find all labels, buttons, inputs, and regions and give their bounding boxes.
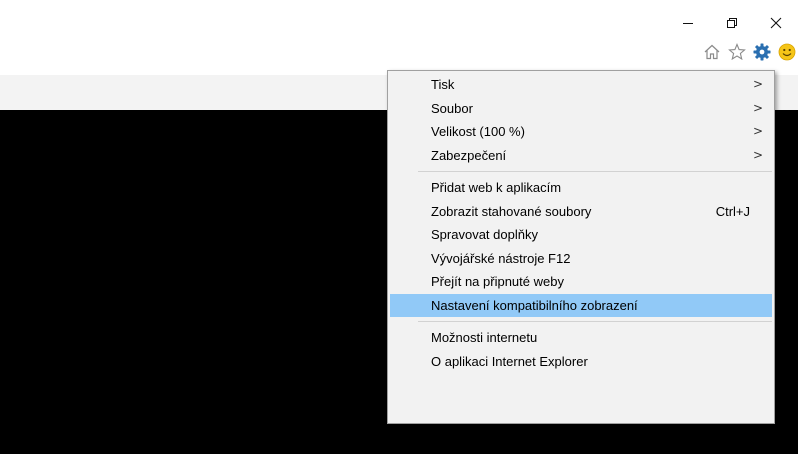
menu-item-vyvojarske-nastroje-f12[interactable]: Vývojářské nástroje F12 <box>390 247 772 271</box>
menu-item-label: Vývojářské nástroje F12 <box>431 250 571 266</box>
menu-item-zobrazit-stahovane-soubory[interactable]: Zobrazit stahované soubory Ctrl+J <box>390 200 772 224</box>
menu-separator <box>418 171 772 172</box>
minimize-icon[interactable] <box>666 8 710 38</box>
menu-item-soubor[interactable]: Soubor > <box>390 97 772 121</box>
menu-item-moznosti-internetu[interactable]: Možnosti internetu <box>390 326 772 350</box>
browser-window: Tisk > Soubor > Velikost (100 %) > Zabezpečení… <box>0 0 798 454</box>
chevron-right-icon: > <box>752 77 763 91</box>
menu-item-label: Velikost (100 %) <box>431 124 525 139</box>
menu-item-tisk[interactable]: Tisk > <box>390 73 772 97</box>
menu-item-label: Zobrazit stahované soubory <box>431 203 592 219</box>
menu-item-nastaveni-kompatibilniho-zobrazeni[interactable]: Nastavení kompatibilního zobrazení <box>390 293 772 317</box>
window-controls <box>666 8 798 38</box>
menu-item-pridat-web-k-aplikacim[interactable]: Přidat web k aplikacím <box>390 176 772 200</box>
menu-item-label: Zabezpečení <box>431 147 507 163</box>
menu-item-label: Přidat web k aplikacím <box>431 180 562 195</box>
feedback-smiley-icon[interactable] <box>778 43 796 61</box>
tools-gear-icon[interactable] <box>753 43 771 61</box>
menu-item-label: Tisk <box>431 77 455 92</box>
menu-item-label: O aplikaci Internet Explorer <box>431 353 588 369</box>
menu-separator <box>418 321 772 322</box>
menu-item-label: Soubor <box>431 100 473 116</box>
menu-item-prejit-na-pripnute-weby[interactable]: Přejít na připnuté weby <box>390 270 772 294</box>
menu-item-label: Přejít na připnuté weby <box>431 274 564 289</box>
menu-item-o-aplikaci-internet-explorer[interactable]: O aplikaci Internet Explorer <box>390 350 772 374</box>
menu-item-label: Možnosti internetu <box>431 330 538 345</box>
favorites-star-icon[interactable] <box>728 43 746 61</box>
menu-item-label: Spravovat doplňky <box>431 227 538 242</box>
restore-icon[interactable] <box>710 8 754 38</box>
close-icon[interactable] <box>754 8 798 38</box>
chevron-right-icon: > <box>752 147 763 162</box>
chevron-right-icon: > <box>752 124 763 138</box>
command-toolbar <box>703 40 798 64</box>
menu-item-label: Nastavení kompatibilního zobrazení <box>431 297 638 313</box>
chevron-right-icon: > <box>752 100 763 115</box>
menu-item-shortcut: Ctrl+J <box>715 203 750 219</box>
menu-item-spravovat-doplnky[interactable]: Spravovat doplňky <box>390 223 772 247</box>
menu-item-zabezpeceni[interactable]: Zabezpečení > <box>390 144 772 168</box>
tools-menu: Tisk > Soubor > Velikost (100 %) > Zabezpečení… <box>387 70 775 424</box>
menu-item-velikost-100[interactable]: Velikost (100 %) > <box>390 120 772 144</box>
home-icon[interactable] <box>703 43 721 61</box>
